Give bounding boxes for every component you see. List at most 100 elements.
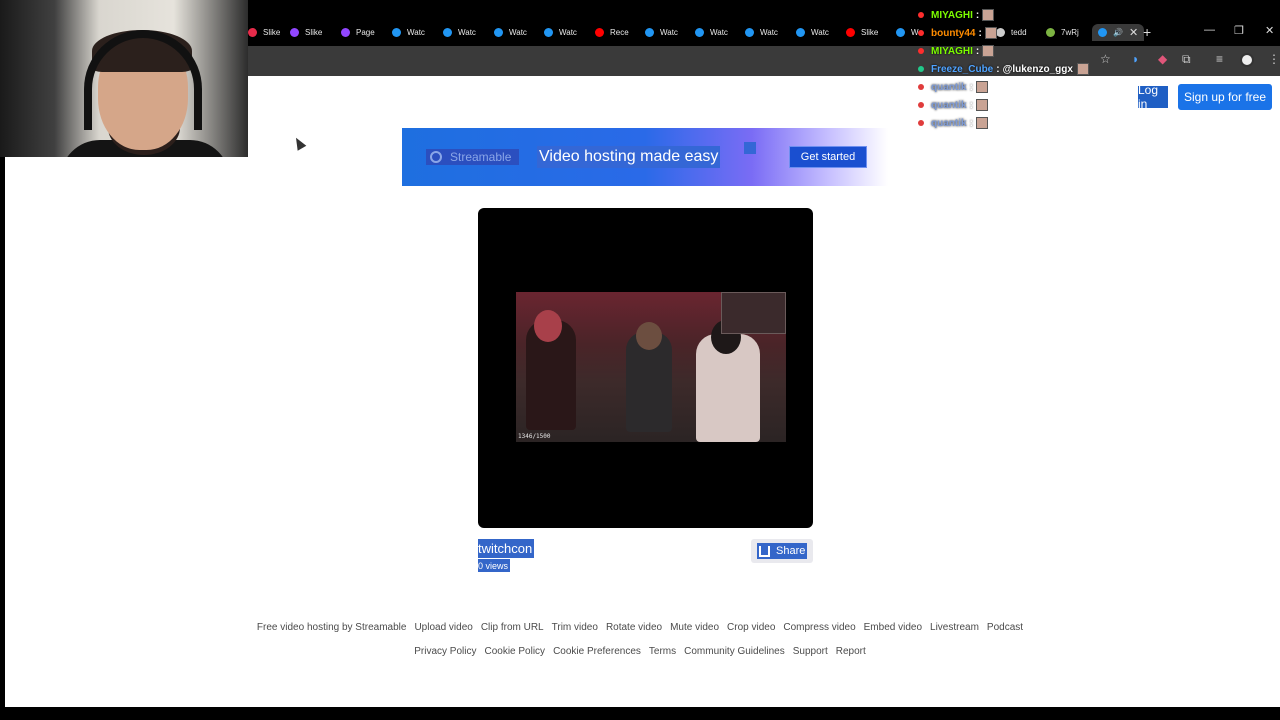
close-icon[interactable]: ✕: [1129, 26, 1138, 39]
tab-label: Watc: [458, 28, 476, 37]
tab-item[interactable]: Watc: [494, 24, 527, 41]
restore-icon[interactable]: ❐: [1234, 24, 1244, 37]
footer-link[interactable]: Privacy Policy: [414, 646, 476, 657]
tab-favicon-icon: [896, 28, 905, 37]
tab-item[interactable]: W: [896, 24, 919, 41]
tab-active[interactable]: 🔊 ✕: [1092, 24, 1145, 41]
badge-icon: [918, 30, 924, 36]
tab-item[interactable]: Page: [341, 24, 375, 41]
banner-headline: Video hosting made easy: [537, 146, 721, 168]
footer-link[interactable]: Upload video: [414, 622, 472, 633]
extension-icon[interactable]: ◆: [1158, 52, 1167, 66]
footer-link[interactable]: Free video hosting by Streamable: [257, 622, 407, 633]
footer-link[interactable]: Crop video: [727, 622, 775, 633]
media-icon[interactable]: ≡: [1216, 52, 1223, 66]
menu-icon[interactable]: ⋮: [1268, 52, 1280, 66]
star-icon[interactable]: ☆: [1100, 52, 1111, 66]
footer-link[interactable]: Rotate video: [606, 622, 662, 633]
tab-item[interactable]: Watc: [443, 24, 476, 41]
footer-link[interactable]: Livestream: [930, 622, 979, 633]
footer-link[interactable]: Report: [836, 646, 866, 657]
badge-icon: [918, 12, 924, 18]
tab-item[interactable]: Watc: [695, 24, 728, 41]
tab-label: Rece: [610, 28, 629, 37]
tab-item[interactable]: Slike: [846, 24, 878, 41]
footer-link[interactable]: Embed video: [864, 622, 922, 633]
chat-message: Freeze_Cube: @lukenzo_ggx: [918, 60, 1098, 78]
sparkle-icon: [744, 142, 756, 154]
tab-label: Watc: [509, 28, 527, 37]
badge-icon: [918, 84, 924, 90]
footer-link[interactable]: Terms: [649, 646, 676, 657]
webcam-overlay: [0, 0, 248, 157]
video-frame[interactable]: 1346/1500: [516, 292, 786, 442]
minimize-icon[interactable]: —: [1204, 24, 1215, 36]
streamable-logo-icon: [430, 151, 442, 163]
video-person-head: [534, 310, 562, 342]
get-started-button[interactable]: Get started: [789, 146, 867, 168]
tab-label: Slike: [861, 28, 879, 37]
tab-label: Watc: [407, 28, 425, 37]
badge-icon: [918, 102, 924, 108]
share-button-content[interactable]: Share: [757, 543, 808, 559]
tab-favicon-icon: [645, 28, 654, 37]
video-views: 0 views: [478, 559, 511, 572]
video-title: twitchcon: [478, 539, 535, 558]
chat-overlay: MIYAGHI: bounty44: MIYAGHI: Freeze_Cube: @lu…: [918, 6, 1098, 132]
footer-link[interactable]: Clip from URL: [481, 622, 544, 633]
tab-item[interactable]: Watc: [645, 24, 678, 41]
banner-logo: Streamable: [426, 149, 520, 165]
tab-item[interactable]: Watc: [745, 24, 778, 41]
tab-favicon-icon: [544, 28, 553, 37]
chat-username: bounty44: [931, 27, 976, 39]
tab-item[interactable]: Rece: [595, 24, 629, 41]
video-person-head: [636, 322, 662, 350]
tab-favicon-icon: [392, 28, 401, 37]
emote-icon: [1076, 63, 1089, 75]
tab-label: Slike: [263, 28, 281, 37]
tab-item[interactable]: Slike: [248, 24, 280, 41]
tab-label: Page: [356, 28, 375, 37]
tab-item[interactable]: Watc: [544, 24, 577, 41]
footer-link[interactable]: Cookie Policy: [484, 646, 545, 657]
tab-favicon-icon: [745, 28, 754, 37]
footer-link[interactable]: Compress video: [783, 622, 855, 633]
footer-link[interactable]: Mute video: [670, 622, 719, 633]
tab-item[interactable]: Watc: [796, 24, 829, 41]
tab-favicon-icon: [695, 28, 704, 37]
signup-button[interactable]: Sign up for free: [1178, 84, 1272, 110]
footer-link[interactable]: Podcast: [987, 622, 1023, 633]
chat-username: quantik: [931, 117, 967, 129]
tab-label: Slike: [305, 28, 323, 37]
tab-favicon-icon: [290, 28, 299, 37]
speaker-icon[interactable]: 🔊: [1113, 28, 1123, 37]
close-icon[interactable]: ✕: [1265, 24, 1274, 37]
chat-separator: :: [969, 81, 973, 93]
tab-item[interactable]: Watc: [392, 24, 425, 41]
footer-link[interactable]: Support: [793, 646, 828, 657]
chat-separator: :: [975, 9, 980, 21]
tab-label: Watc: [811, 28, 829, 37]
tab-item[interactable]: Slike: [290, 24, 322, 41]
puzzle-icon[interactable]: ⧉: [1182, 52, 1191, 67]
login-button[interactable]: Log in: [1138, 83, 1168, 111]
badge-icon: [918, 66, 924, 72]
chat-separator: :: [996, 63, 1000, 75]
chat-message: quantik:: [918, 114, 1098, 132]
tab-favicon-icon: [248, 28, 257, 37]
chat-message: MIYAGHI:: [918, 6, 1098, 24]
tab-label: Watc: [760, 28, 778, 37]
badge-icon: [918, 48, 924, 54]
plus-icon[interactable]: +: [1143, 24, 1151, 40]
avatar[interactable]: [1240, 53, 1254, 67]
footer-links-primary: Free video hosting by Streamable Upload v…: [0, 622, 1280, 633]
footer-link[interactable]: Cookie Preferences: [553, 646, 641, 657]
chat-message: bounty44:: [918, 24, 1098, 42]
footer-link[interactable]: Community Guidelines: [684, 646, 785, 657]
extension-icon[interactable]: ◗: [1132, 52, 1139, 66]
chat-username: Freeze_Cube: [931, 63, 994, 75]
screen: Slike Slike Page Watc Watc Watc Watc Rece Watc Wa…: [0, 0, 1280, 720]
chat-message: quantik:: [918, 78, 1098, 96]
chat-text: @lukenzo_ggx: [1002, 63, 1073, 75]
footer-link[interactable]: Trim video: [552, 622, 598, 633]
